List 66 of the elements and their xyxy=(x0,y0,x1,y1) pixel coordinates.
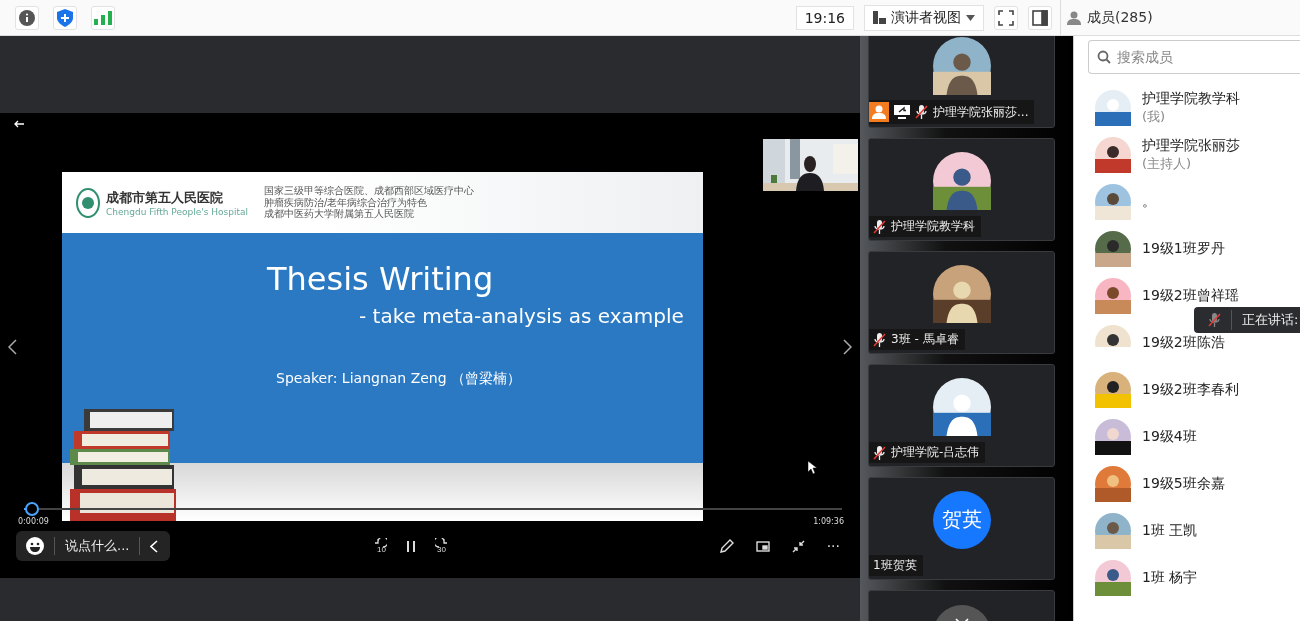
member-role: (主持人) xyxy=(1142,155,1193,173)
member-name: 护理学院教学科 xyxy=(1142,90,1240,108)
more-button[interactable]: ··· xyxy=(826,538,840,554)
rewind-button[interactable]: 10 xyxy=(375,538,388,554)
caret-icon xyxy=(966,14,975,21)
view-dropdown[interactable]: 演讲者视图 xyxy=(864,4,984,31)
emoji-icon[interactable] xyxy=(26,537,44,555)
progress-handle[interactable] xyxy=(25,502,40,516)
shield-icon[interactable] xyxy=(53,5,77,30)
members-title: 成员(285) xyxy=(1087,8,1153,27)
hospital-logo-icon xyxy=(76,187,100,218)
speaker-line: Speaker: Liangnan Zeng （曾梁楠） xyxy=(276,370,523,388)
participant-name: 1班贺英 xyxy=(873,557,917,574)
hospital-name: 成都市第五人民医院 xyxy=(106,188,224,207)
sidebar-toggle-icon[interactable] xyxy=(1028,5,1052,30)
participant-name: 护理学院教学科 xyxy=(891,218,975,235)
participant-name: 3班 - 馬卓睿 xyxy=(891,331,959,348)
hospital-description: 成都中医药大学附属第五人民医院 xyxy=(264,208,414,220)
shrink-icon[interactable] xyxy=(791,539,805,553)
member-name: 1班 王凯 xyxy=(1142,522,1198,540)
participant-name: 护理学院张丽莎... xyxy=(933,103,1029,121)
member-name: 19级1班罗丹 xyxy=(1142,240,1225,258)
previous-icon[interactable] xyxy=(8,339,17,355)
pause-icon[interactable] xyxy=(407,540,416,552)
person-icon xyxy=(1067,10,1081,25)
member-name: 。 xyxy=(1142,193,1156,211)
hospital-description: 肿瘤疾病防治/老年病综合治疗为特色 xyxy=(264,196,429,209)
forward-button[interactable]: 30 xyxy=(435,538,448,554)
search-field[interactable]: 搜索成员 xyxy=(1088,40,1300,74)
chat-input[interactable]: 说点什么... xyxy=(54,537,141,555)
muted-mic-icon xyxy=(873,219,886,234)
muted-mic-icon xyxy=(873,332,886,347)
hospital-description: 国家三级甲等综合医院、成都西部区域医疗中心 xyxy=(264,185,474,197)
signal-icon[interactable] xyxy=(91,5,115,30)
hospital-english-name: Chengdu Fifth People's Hospital xyxy=(106,206,248,217)
member-name: 护理学院张丽莎 xyxy=(1142,137,1240,155)
screen-share-icon xyxy=(894,105,910,119)
member-name: 19级5班余嘉 xyxy=(1142,475,1225,493)
progress-track[interactable] xyxy=(24,502,842,516)
speaking-label: 正在讲话: xyxy=(1242,311,1299,329)
info-icon[interactable] xyxy=(15,5,39,30)
slide-subtitle: - take meta-analysis as example xyxy=(359,304,685,328)
pencil-icon[interactable] xyxy=(719,539,734,553)
muted-mic-icon xyxy=(873,445,886,460)
muted-mic-icon xyxy=(1208,313,1221,327)
member-name: 19级2班李春利 xyxy=(1142,381,1239,399)
meeting-time: 19:16 xyxy=(795,5,854,30)
initials-avatar: 贺英 xyxy=(932,490,991,549)
back-arrow-icon[interactable] xyxy=(14,120,24,128)
cursor-icon xyxy=(808,461,817,474)
next-icon[interactable] xyxy=(843,339,852,355)
host-icon xyxy=(869,102,889,122)
member-name: 19级2班曾祥瑶 xyxy=(1142,287,1239,305)
collapse-chevron-icon[interactable] xyxy=(150,539,159,553)
fullscreen-icon[interactable] xyxy=(994,5,1018,30)
member-role: (我) xyxy=(1142,108,1167,126)
muted-mic-icon xyxy=(915,105,928,119)
layout-icon xyxy=(873,11,886,24)
slide-title: Thesis Writing xyxy=(267,260,495,298)
screen-icon[interactable] xyxy=(755,540,770,552)
duration-time: 1:09:36 xyxy=(813,517,844,526)
member-name: 19级4班 xyxy=(1142,428,1197,446)
elapsed-time: 0:00:09 xyxy=(18,517,49,526)
member-name: 19级2班陈浩 xyxy=(1142,334,1225,352)
member-name: 1班 杨宇 xyxy=(1142,569,1198,587)
participant-name: 护理学院-吕志伟 xyxy=(891,444,980,461)
